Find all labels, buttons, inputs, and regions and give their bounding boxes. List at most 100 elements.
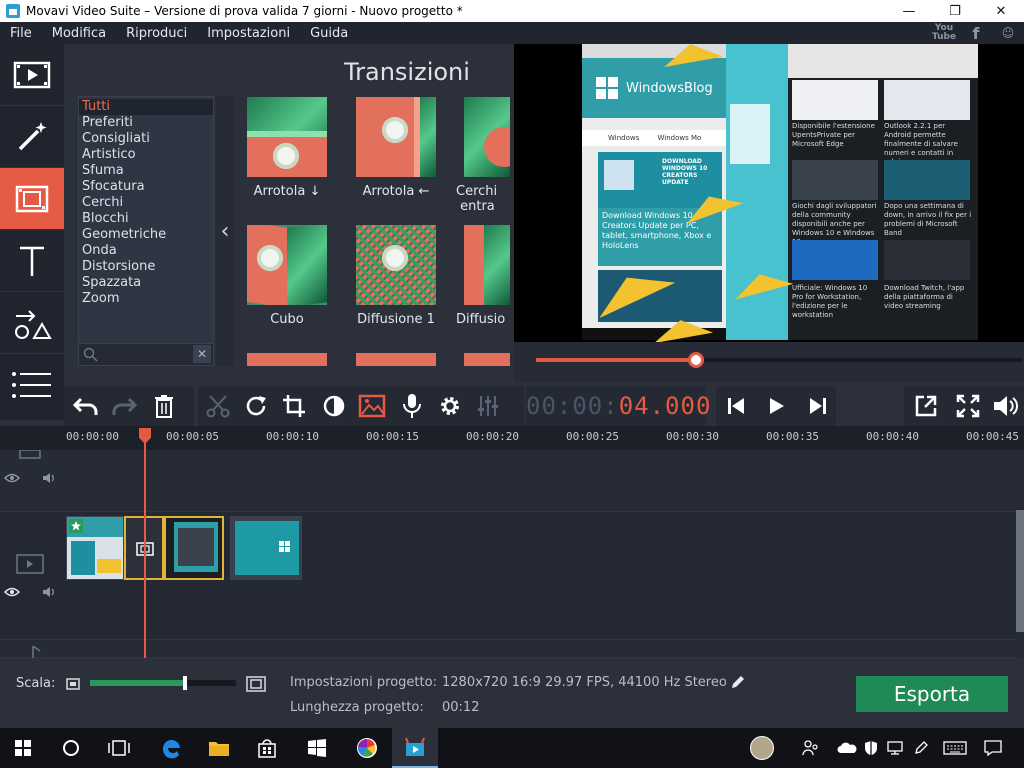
undo-button[interactable] bbox=[68, 386, 104, 426]
cortana-button[interactable] bbox=[48, 728, 94, 768]
previous-frame-button[interactable] bbox=[718, 386, 754, 426]
menu-guida[interactable]: Guida bbox=[300, 26, 358, 41]
menu-riproduci[interactable]: Riproduci bbox=[116, 26, 197, 41]
menu-modifica[interactable]: Modifica bbox=[42, 26, 116, 41]
skip-back-icon bbox=[728, 398, 744, 414]
category-item[interactable]: Preferiti bbox=[79, 115, 213, 131]
import-media-tool[interactable] bbox=[0, 44, 64, 106]
scale-slider-handle[interactable] bbox=[182, 676, 187, 690]
clip-settings-button[interactable] bbox=[432, 386, 468, 426]
task-view-button[interactable] bbox=[96, 728, 142, 768]
file-explorer-app[interactable] bbox=[196, 728, 242, 768]
image-properties-button[interactable] bbox=[354, 386, 390, 426]
user-avatar[interactable] bbox=[742, 728, 782, 768]
category-item[interactable]: Geometriche bbox=[79, 227, 213, 243]
edit-pencil-icon[interactable] bbox=[730, 674, 746, 690]
maximize-button[interactable]: ❐ bbox=[932, 0, 978, 22]
transition-thumb[interactable] bbox=[464, 353, 510, 366]
video-preview[interactable]: WindowsBlog Windows Windows Mo DOWNLOAD … bbox=[514, 38, 1024, 344]
audio-track[interactable] bbox=[0, 640, 1016, 658]
video-clip[interactable] bbox=[66, 516, 124, 580]
transition-thumb-diffusione-1[interactable] bbox=[356, 225, 436, 305]
keyboard-tray[interactable] bbox=[938, 728, 972, 768]
category-item[interactable]: Onda bbox=[79, 243, 213, 259]
category-item[interactable]: Tutti bbox=[79, 99, 213, 115]
next-frame-button[interactable] bbox=[800, 386, 836, 426]
photos-app[interactable] bbox=[344, 728, 390, 768]
text-track[interactable] bbox=[0, 450, 1016, 512]
cut-button[interactable] bbox=[200, 386, 236, 426]
transition-thumb-cubo[interactable] bbox=[247, 225, 327, 305]
transition-thumb[interactable] bbox=[356, 353, 436, 366]
start-button[interactable] bbox=[0, 728, 46, 768]
people-button[interactable] bbox=[796, 728, 826, 768]
movavi-app-active[interactable] bbox=[392, 728, 438, 768]
transition-thumb-arrotola-left[interactable] bbox=[356, 97, 436, 177]
category-item[interactable]: Spazzata bbox=[79, 275, 213, 291]
record-voice-button[interactable] bbox=[394, 386, 430, 426]
speaker-icon[interactable] bbox=[42, 586, 58, 598]
timeline-playhead[interactable] bbox=[139, 428, 151, 658]
network-tray[interactable] bbox=[882, 728, 908, 768]
export-button[interactable]: Esporta bbox=[856, 676, 1008, 712]
zoom-in-icon[interactable] bbox=[246, 676, 266, 692]
zoom-out-icon[interactable] bbox=[66, 678, 80, 690]
crop-button[interactable] bbox=[276, 386, 312, 426]
timeline-tracks[interactable] bbox=[0, 450, 1024, 658]
category-item[interactable]: Cerchi bbox=[79, 195, 213, 211]
filters-tool[interactable] bbox=[0, 106, 64, 168]
category-search-input[interactable]: ✕ bbox=[79, 343, 213, 365]
menu-file[interactable]: File bbox=[0, 26, 42, 41]
timeline-scrollbar[interactable] bbox=[1016, 510, 1024, 632]
play-button[interactable] bbox=[758, 386, 794, 426]
pen-tray[interactable] bbox=[908, 728, 934, 768]
delete-button[interactable] bbox=[146, 386, 182, 426]
youtube-icon[interactable]: You Tube bbox=[928, 22, 960, 44]
eye-icon[interactable] bbox=[4, 587, 20, 597]
category-item[interactable]: Consigliati bbox=[79, 131, 213, 147]
eye-icon[interactable] bbox=[4, 473, 20, 483]
category-item[interactable]: Sfuma bbox=[79, 163, 213, 179]
security-tray[interactable] bbox=[858, 728, 884, 768]
category-item[interactable]: Distorsione bbox=[79, 259, 213, 275]
speaker-icon[interactable] bbox=[42, 472, 58, 484]
external-window-icon bbox=[915, 395, 937, 417]
transitions-tool[interactable] bbox=[0, 168, 64, 230]
equalizer-button[interactable] bbox=[470, 386, 506, 426]
windows-app[interactable] bbox=[294, 728, 340, 768]
scroll-left-button[interactable]: ‹ bbox=[216, 96, 234, 366]
scale-slider[interactable] bbox=[90, 676, 236, 690]
people-icon bbox=[802, 740, 818, 756]
category-item[interactable]: Sfocatura bbox=[79, 179, 213, 195]
clear-search-icon[interactable]: ✕ bbox=[193, 345, 211, 363]
titles-tool[interactable] bbox=[0, 230, 64, 292]
minimize-button[interactable]: — bbox=[886, 0, 932, 22]
shapes-tool[interactable] bbox=[0, 292, 64, 354]
scrubber-handle[interactable] bbox=[688, 352, 705, 368]
transition-thumb-diffusione[interactable] bbox=[464, 225, 510, 305]
category-item[interactable]: Artistico bbox=[79, 147, 213, 163]
category-item[interactable]: Blocchi bbox=[79, 211, 213, 227]
feedback-icon[interactable]: ☺ bbox=[992, 22, 1024, 44]
more-tools[interactable] bbox=[0, 354, 64, 416]
action-center-button[interactable] bbox=[976, 728, 1010, 768]
video-clip-selected[interactable] bbox=[164, 516, 224, 580]
store-app[interactable] bbox=[244, 728, 290, 768]
rotate-button[interactable] bbox=[238, 386, 274, 426]
facebook-icon[interactable]: f bbox=[960, 22, 992, 44]
transition-thumb-cerchi-entra[interactable] bbox=[464, 97, 510, 177]
edge-app[interactable] bbox=[148, 728, 194, 768]
transition-thumb[interactable] bbox=[247, 353, 327, 366]
timeline-ruler[interactable]: 00:00:00 00:00:05 00:00:10 00:00:15 00:0… bbox=[0, 426, 1024, 450]
menu-impostazioni[interactable]: Impostazioni bbox=[197, 26, 300, 41]
transition-thumb-arrotola-down[interactable] bbox=[247, 97, 327, 177]
redo-button[interactable] bbox=[106, 386, 142, 426]
fullscreen-button[interactable] bbox=[950, 386, 986, 426]
detach-preview-button[interactable] bbox=[908, 386, 944, 426]
volume-button[interactable] bbox=[988, 386, 1024, 426]
video-clip[interactable] bbox=[230, 516, 302, 580]
close-button[interactable]: ✕ bbox=[978, 0, 1024, 22]
preview-scrubber[interactable] bbox=[514, 342, 1024, 382]
color-adjust-button[interactable] bbox=[316, 386, 352, 426]
category-item[interactable]: Zoom bbox=[79, 291, 213, 307]
